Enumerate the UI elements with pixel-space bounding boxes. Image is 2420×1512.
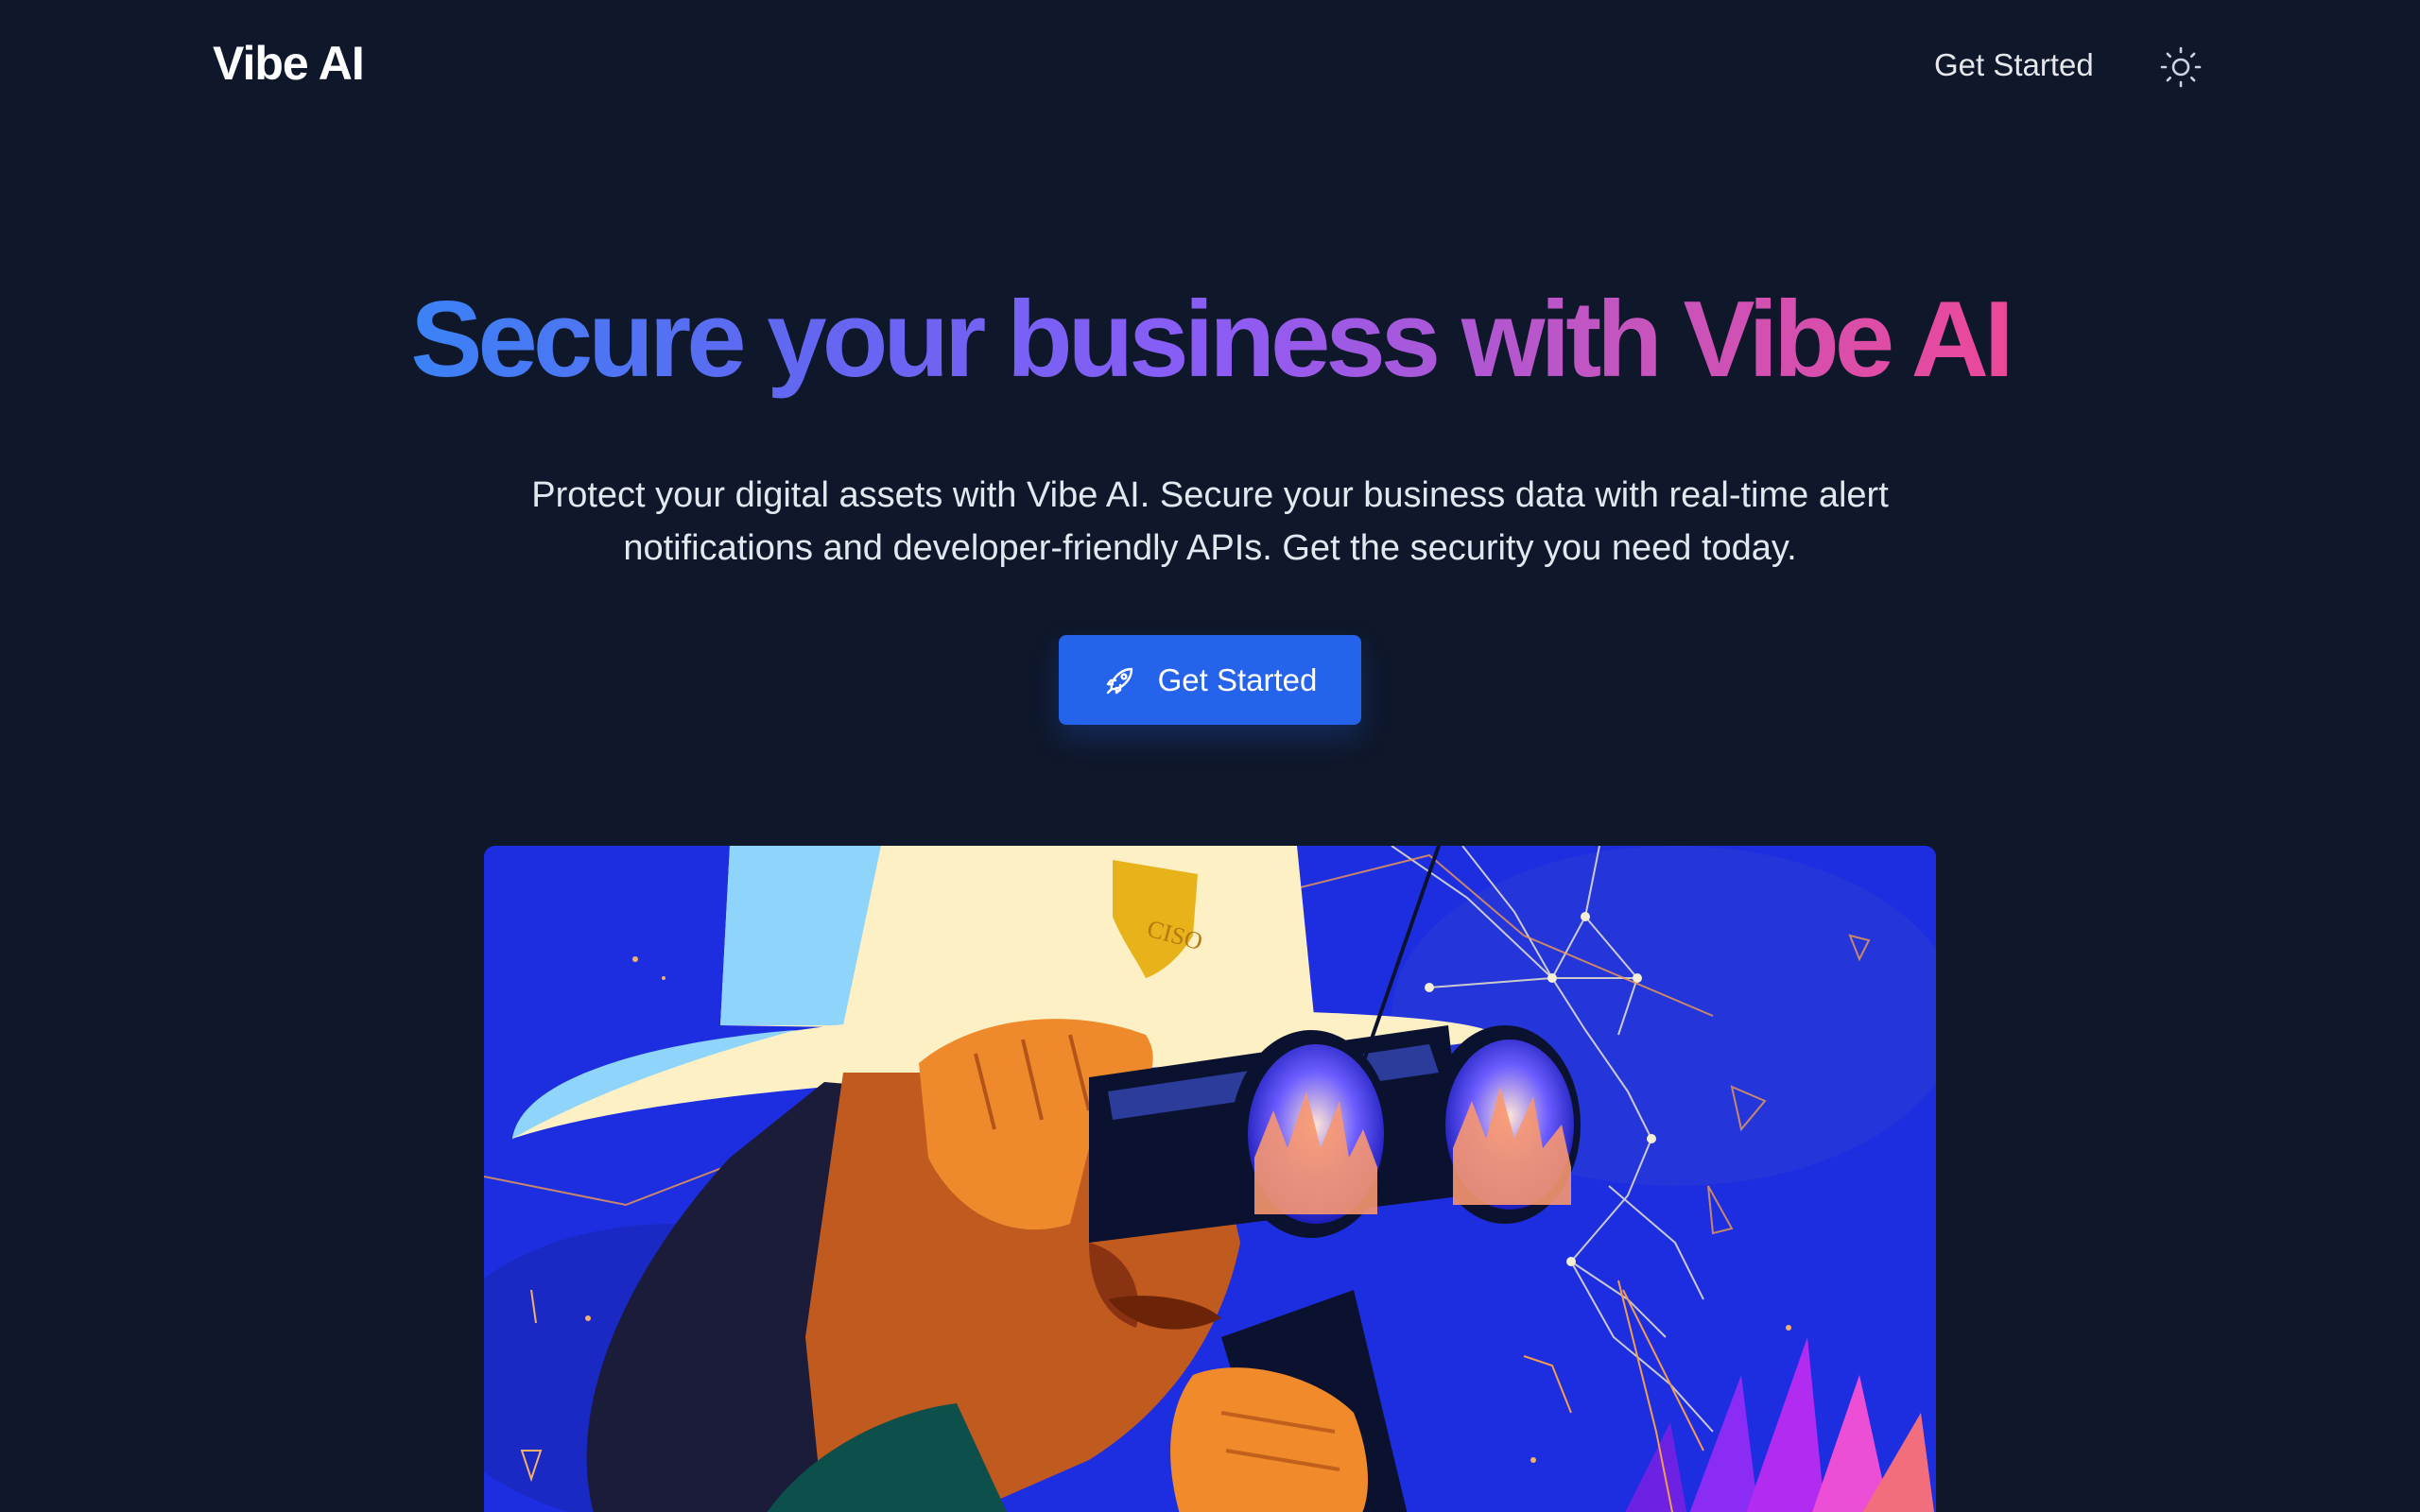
landing-page: Vibe AI Get Started Secure your business… (0, 0, 2420, 1512)
hero-subtitle: Protect your digital assets with Vibe AI… (454, 469, 1966, 575)
get-started-button-label: Get Started (1157, 662, 1318, 697)
binoculars-illustration: CISO (484, 846, 1936, 1512)
hero-subtitle-line-2: notifications and developer-friendly API… (623, 528, 1797, 568)
hero-title: Secure your business with Vibe AI (0, 274, 2420, 406)
hero-subtitle-line-1: Protect your digital assets with Vibe AI… (531, 475, 1889, 515)
rocket-icon (1106, 667, 1132, 694)
brand-logo[interactable]: Vibe AI (213, 36, 365, 91)
hero-title-text: Secure your business with Vibe AI (410, 280, 2014, 400)
site-header: Vibe AI Get Started (0, 0, 2420, 137)
theme-toggle-button[interactable] (2159, 45, 2203, 89)
nav-get-started-link[interactable]: Get Started (1934, 47, 2094, 83)
hero-illustration: CISO (484, 846, 1936, 1512)
get-started-button[interactable]: Get Started (1059, 635, 1361, 725)
sun-icon (2160, 46, 2202, 88)
